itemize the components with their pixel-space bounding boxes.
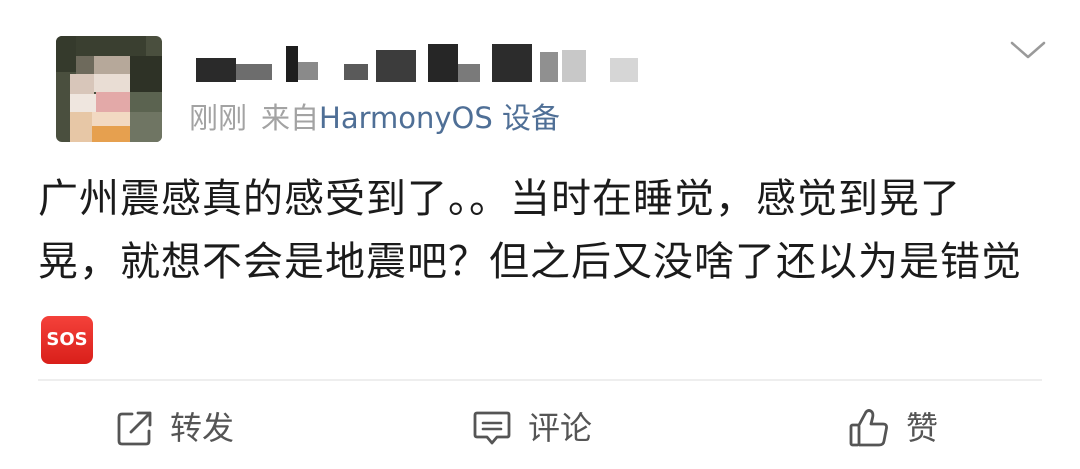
repost-button[interactable]: 转发: [116, 404, 234, 452]
comment-label: 评论: [528, 409, 593, 447]
comment-button[interactable]: 评论: [472, 404, 592, 452]
repost-icon: [116, 409, 154, 447]
source-device-link[interactable]: HarmonyOS 设备: [319, 101, 560, 135]
post-text-body: 广州震感真的感受到了。。当时在睡觉，感觉到晃了晃，就想不会是地震吧？但之后又没啥…: [38, 176, 1022, 285]
post-meta: 刚刚 来自HarmonyOS 设备: [189, 98, 560, 138]
repost-label: 转发: [170, 409, 235, 447]
thumbs-up-icon: [848, 408, 890, 448]
avatar[interactable]: [56, 36, 162, 142]
chevron-down-icon[interactable]: [1006, 36, 1050, 64]
source-prefix: 来自: [261, 101, 320, 135]
weibo-post-card: { "post": { "time": "刚刚", "source_prefix…: [0, 0, 1080, 469]
username-obscured[interactable]: [196, 36, 656, 90]
like-button[interactable]: 赞: [848, 404, 938, 452]
post-text: 广州震感真的感受到了。。当时在睡觉，感觉到晃了晃，就想不会是地震吧？但之后又没啥…: [38, 168, 1042, 364]
divider: [38, 379, 1042, 381]
sos-emoji: SOS: [41, 316, 93, 364]
comment-icon: [472, 409, 512, 447]
post-time: 刚刚: [189, 101, 248, 135]
like-label: 赞: [906, 409, 939, 447]
